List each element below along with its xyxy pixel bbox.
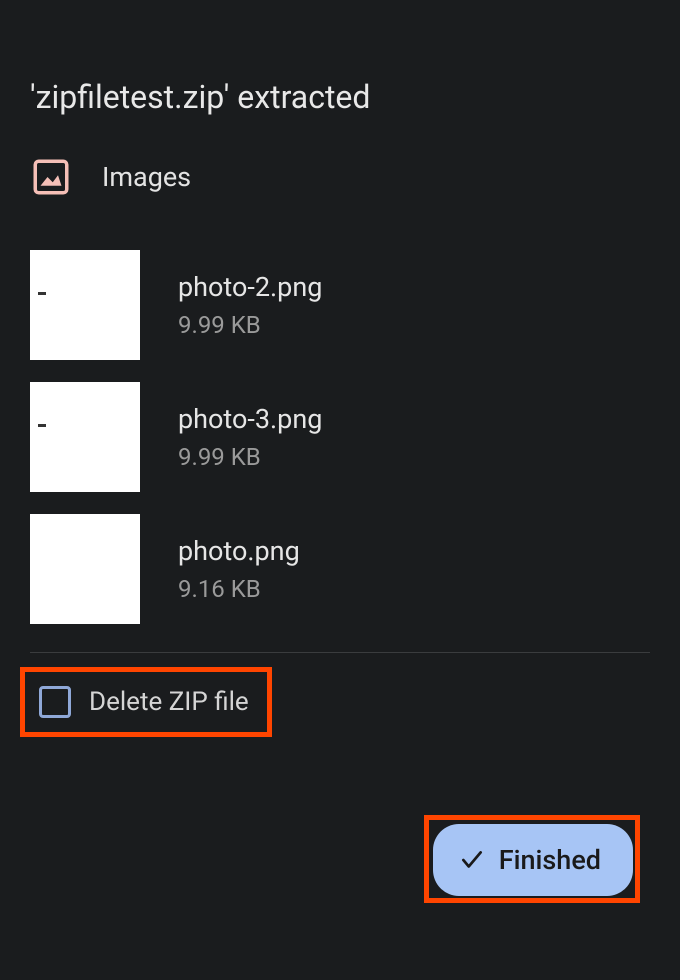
file-name: photo-3.png — [178, 403, 322, 435]
file-thumbnail — [30, 514, 140, 624]
check-icon — [459, 847, 485, 873]
page-title: 'zipfiletest.zip' extracted — [30, 0, 650, 156]
file-size: 9.99 KB — [178, 443, 322, 471]
finished-highlight: Finished — [424, 815, 640, 903]
delete-zip-checkbox-row[interactable]: Delete ZIP file — [20, 667, 272, 737]
file-thumbnail — [30, 382, 140, 492]
section-header: Images — [30, 156, 650, 198]
list-item[interactable]: photo-3.png 9.99 KB — [30, 382, 650, 492]
file-list: photo-2.png 9.99 KB photo-3.png 9.99 KB … — [30, 250, 650, 624]
image-icon — [30, 156, 72, 198]
finished-label: Finished — [499, 844, 601, 876]
divider — [30, 652, 650, 653]
finished-button[interactable]: Finished — [433, 824, 633, 896]
delete-zip-label: Delete ZIP file — [89, 687, 249, 717]
file-size: 9.99 KB — [178, 311, 322, 339]
list-item[interactable]: photo-2.png 9.99 KB — [30, 250, 650, 360]
section-label: Images — [102, 161, 191, 193]
file-thumbnail — [30, 250, 140, 360]
file-size: 9.16 KB — [178, 575, 300, 603]
button-row: Finished — [30, 815, 650, 903]
file-name: photo-2.png — [178, 271, 322, 303]
delete-zip-checkbox[interactable] — [39, 686, 71, 718]
list-item[interactable]: photo.png 9.16 KB — [30, 514, 650, 624]
file-name: photo.png — [178, 535, 300, 567]
